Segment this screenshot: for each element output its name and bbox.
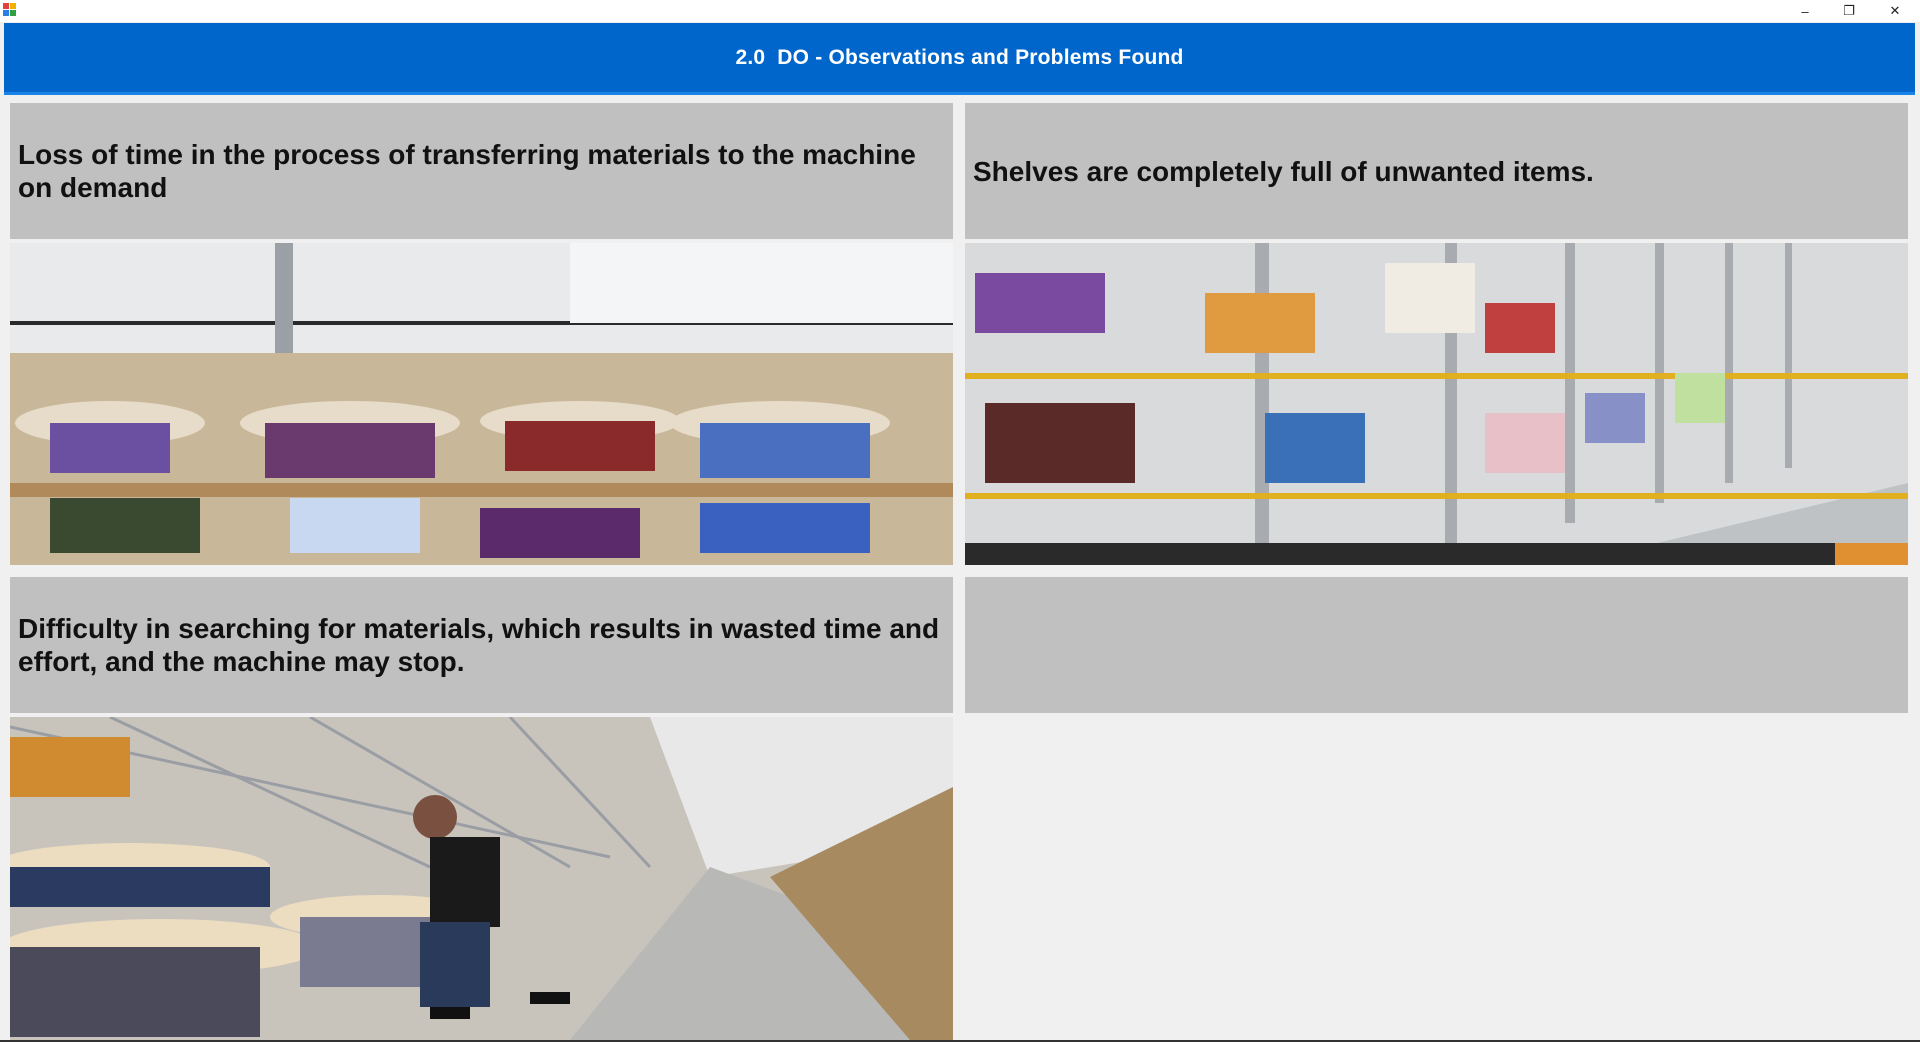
card-1-caption: Loss of time in the process of transferr…: [18, 139, 916, 203]
restore-button[interactable]: ❐: [1826, 0, 1872, 22]
page-title: 2.0 DO - Observations and Problems Found: [735, 45, 1184, 69]
card-1-photo: [10, 243, 953, 565]
card-2-photo: [965, 243, 1908, 565]
app-icon: [3, 3, 16, 16]
card-2-caption: Shelves are completely full of unwanted …: [973, 155, 1594, 187]
card-1-caption-panel: Loss of time in the process of transferr…: [10, 103, 953, 239]
card-3-caption: Difficulty in searching for materials, w…: [18, 613, 940, 677]
window-titlebar: – ❐ ✕: [0, 0, 1920, 22]
minimize-button[interactable]: –: [1782, 0, 1828, 22]
page-header: 2.0 DO - Observations and Problems Found: [4, 23, 1915, 95]
card-3-photo: [10, 717, 953, 1040]
card-3-caption-panel: Difficulty in searching for materials, w…: [10, 577, 953, 713]
card-4-caption-panel: [965, 577, 1908, 713]
card-2-caption-panel: Shelves are completely full of unwanted …: [965, 103, 1908, 239]
close-button[interactable]: ✕: [1872, 0, 1918, 22]
